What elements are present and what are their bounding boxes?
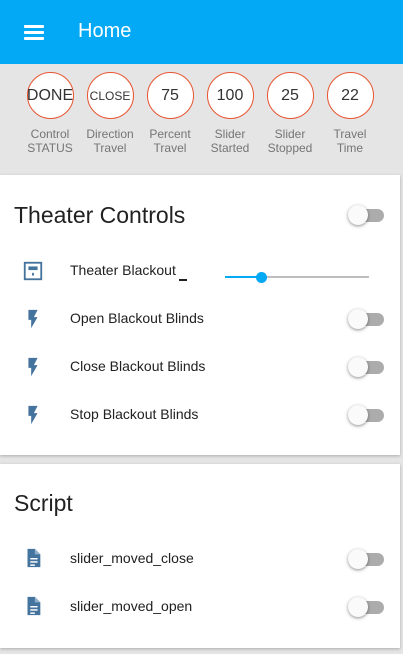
badge-label: Control STATUS [27,127,73,155]
slider-knob[interactable] [256,272,267,283]
flash-icon [28,309,38,329]
badge-direction-travel[interactable]: CLOSE Direction Travel [80,72,140,155]
page-title: Home [78,20,132,42]
slider-moved-open-toggle[interactable] [348,597,386,617]
badge-label: Percent Travel [149,127,191,155]
theater-group-toggle[interactable] [348,205,386,225]
badge-label: Slider Started [210,127,250,155]
badge-value: 100 [206,72,254,119]
file-document-icon [27,596,41,616]
slider-moved-open-label: slider_moved_open [70,598,193,614]
open-blackout-blinds-label: Open Blackout Blinds [70,310,204,326]
theater-blackout-slider[interactable] [225,269,369,285]
badge-value: 22 [326,72,374,119]
badge-value: DONE [26,72,74,119]
badge-bar: DONE Control STATUS CLOSE Direction Travel… [0,64,403,175]
badge-value: 25 [266,72,314,119]
card-title: Theater Controls [14,202,186,228]
badge-label: Travel Time [333,127,367,155]
badge-value: 75 [146,72,194,119]
stop-blackout-blinds-label: Stop Blackout Blinds [70,406,199,422]
script-card: Script slider_moved_close slider_moved_o… [0,464,400,648]
flash-icon [28,405,38,425]
slider-moved-close-toggle[interactable] [348,549,386,569]
app-header: Home [0,0,403,64]
close-blackout-blinds-toggle[interactable] [348,357,386,377]
open-blackout-blinds-toggle[interactable] [348,309,386,329]
stop-blackout-blinds-toggle[interactable] [348,405,386,425]
theater-controls-card: Theater Controls Theater Blackout Open B… [0,175,400,455]
badge-travel-time[interactable]: 22 Travel Time [320,72,380,155]
theater-blackout-label: Theater Blackout [70,262,176,278]
card-title: Script [14,490,73,516]
badge-label: Slider Stopped [267,127,313,155]
badge-percent-travel[interactable]: 75 Percent Travel [140,72,200,155]
window-shutter-icon [23,261,43,281]
close-blackout-blinds-label: Close Blackout Blinds [70,358,206,374]
badge-label: Direction Travel [86,127,134,155]
slider-moved-close-label: slider_moved_close [70,550,194,566]
menu-icon[interactable] [14,18,54,46]
badge-slider-started[interactable]: 100 Slider Started [200,72,260,155]
file-document-icon [27,548,41,568]
badge-value: CLOSE [86,72,134,119]
flash-icon [28,357,38,377]
badge-slider-stopped[interactable]: 25 Slider Stopped [260,72,320,155]
badge-control-status[interactable]: DONE Control STATUS [20,72,80,155]
text-cursor [179,279,187,281]
